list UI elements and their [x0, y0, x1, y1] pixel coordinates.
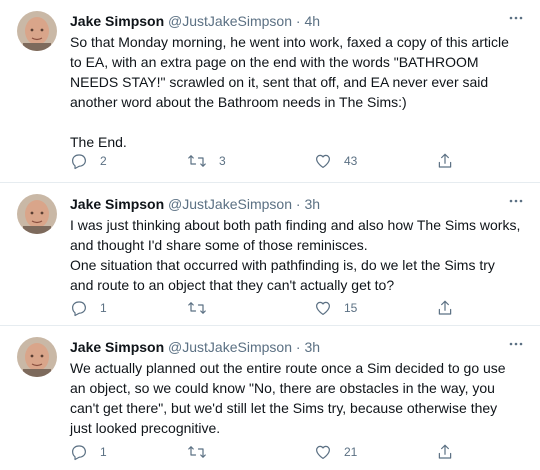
separator: · — [295, 339, 301, 355]
tweet-paragraph: One situation that occurred with pathfin… — [70, 257, 495, 293]
tweet[interactable]: Jake Simpson @JustJakeSimpson · 4h So th… — [0, 0, 540, 183]
like-button[interactable]: 43 — [314, 151, 357, 171]
retweet-button[interactable] — [187, 442, 219, 462]
retweet-button[interactable]: 3 — [187, 151, 226, 171]
like-button[interactable]: 21 — [314, 442, 357, 462]
author-name[interactable]: Jake Simpson — [70, 13, 164, 29]
avatar[interactable] — [17, 11, 57, 51]
separator: · — [295, 196, 301, 212]
share-icon — [438, 444, 452, 459]
tweet-paragraph: So that Monday morning, he went into wor… — [70, 34, 509, 110]
tweet-text: I was just thinking about both path find… — [70, 215, 522, 295]
author-name[interactable]: Jake Simpson — [70, 196, 164, 212]
tweet-paragraph: I was just thinking about both path find… — [70, 217, 521, 253]
author-handle[interactable]: @JustJakeSimpson — [168, 13, 292, 29]
reply-count: 2 — [100, 154, 107, 168]
like-icon — [316, 154, 330, 168]
like-count: 15 — [344, 301, 358, 315]
more-icon[interactable] — [508, 336, 524, 357]
timestamp[interactable]: 3h — [304, 339, 320, 355]
tweet-header: Jake Simpson @JustJakeSimpson · 3h — [70, 195, 320, 213]
like-icon — [316, 445, 330, 459]
retweet-icon — [188, 155, 206, 167]
reply-count: 1 — [100, 301, 107, 315]
reply-button[interactable]: 2 — [70, 151, 107, 171]
tweet-text: We actually planned out the entire route… — [70, 358, 522, 438]
more-icon[interactable] — [508, 193, 524, 214]
tweet-header: Jake Simpson @JustJakeSimpson · 4h — [70, 12, 320, 30]
tweet-thread: Jake Simpson @JustJakeSimpson · 4h So th… — [0, 0, 540, 470]
tweet[interactable]: Jake Simpson @JustJakeSimpson · 3h We ac… — [0, 326, 540, 470]
tweet-actions: 1 21 — [70, 442, 452, 462]
timestamp[interactable]: 3h — [304, 196, 320, 212]
share-button[interactable] — [436, 151, 454, 171]
share-icon — [438, 300, 452, 315]
reply-button[interactable]: 1 — [70, 298, 107, 318]
avatar[interactable] — [17, 337, 57, 377]
tweet-header: Jake Simpson @JustJakeSimpson · 3h — [70, 338, 320, 356]
reply-button[interactable]: 1 — [70, 442, 107, 462]
reply-icon — [72, 154, 86, 170]
tweet-paragraph: We actually planned out the entire route… — [70, 360, 506, 436]
more-icon[interactable] — [508, 10, 524, 31]
author-name[interactable]: Jake Simpson — [70, 339, 164, 355]
share-button[interactable] — [436, 442, 454, 462]
like-count: 21 — [344, 445, 358, 459]
like-button[interactable]: 15 — [314, 298, 357, 318]
author-handle[interactable]: @JustJakeSimpson — [168, 196, 292, 212]
tweet-text: So that Monday morning, he went into wor… — [70, 32, 522, 152]
retweet-button[interactable] — [187, 298, 219, 318]
retweet-icon — [188, 446, 206, 458]
share-button[interactable] — [436, 298, 454, 318]
separator: · — [295, 13, 301, 29]
author-handle[interactable]: @JustJakeSimpson — [168, 339, 292, 355]
reply-icon — [72, 301, 86, 317]
tweet[interactable]: Jake Simpson @JustJakeSimpson · 3h I was… — [0, 183, 540, 326]
share-icon — [438, 153, 452, 168]
tweet-actions: 2 3 43 — [70, 151, 452, 171]
reply-icon — [72, 445, 86, 461]
like-icon — [316, 301, 330, 315]
retweet-count: 3 — [219, 154, 226, 168]
retweet-icon — [188, 302, 206, 314]
reply-count: 1 — [100, 445, 107, 459]
timestamp[interactable]: 4h — [304, 13, 320, 29]
tweet-paragraph: The End. — [70, 134, 127, 150]
like-count: 43 — [344, 154, 358, 168]
avatar[interactable] — [17, 194, 57, 234]
tweet-actions: 1 15 — [70, 298, 452, 318]
